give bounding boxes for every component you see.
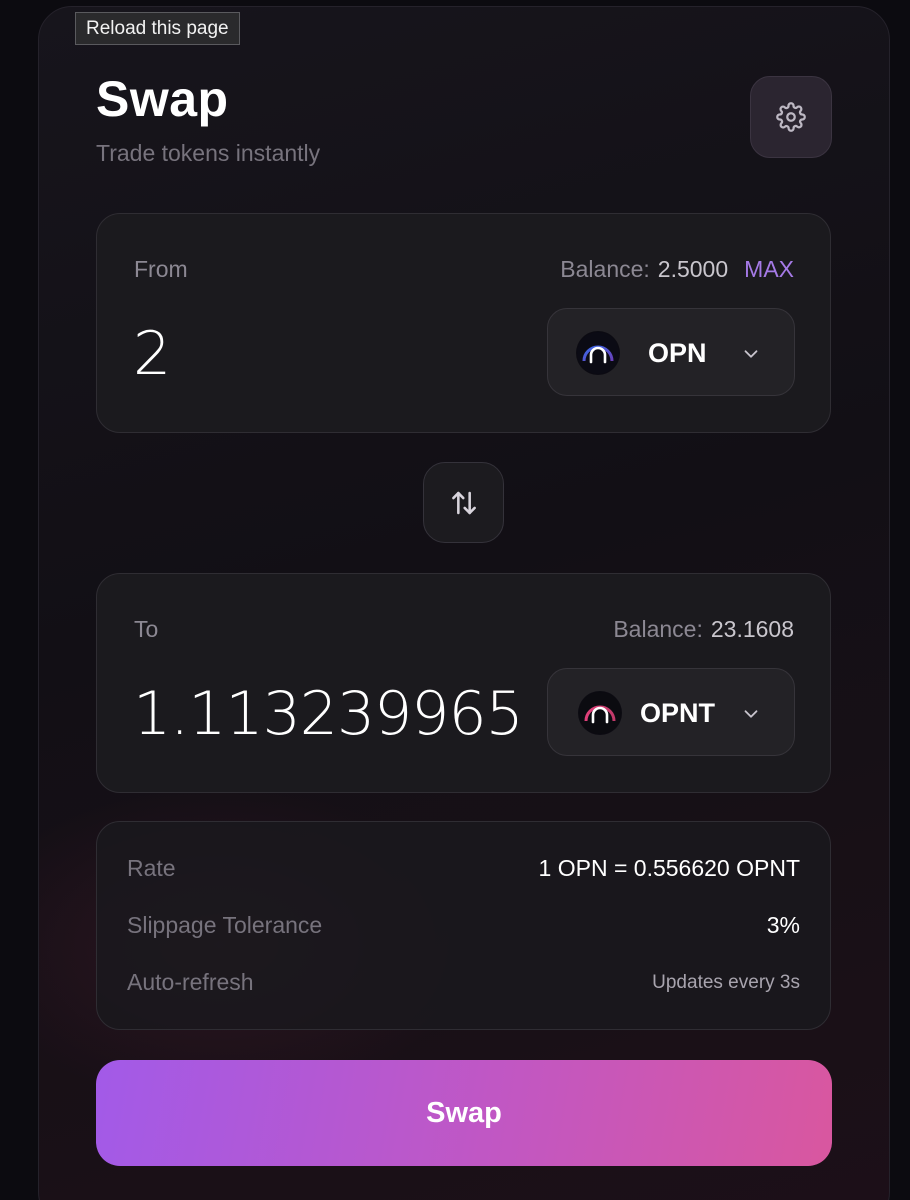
opnt-logo-icon xyxy=(578,691,622,735)
from-panel: From Balance: 2.5000 MAX 2 OPN xyxy=(96,213,831,433)
settings-button[interactable] xyxy=(750,76,832,158)
opn-logo-icon xyxy=(576,331,620,375)
to-label: To xyxy=(134,616,159,642)
auto-refresh-row: Auto-refresh Updates every 3s xyxy=(127,969,800,996)
to-panel: To Balance: 23.1608 1.11323996544 OPNT xyxy=(96,573,831,793)
chevron-down-icon xyxy=(744,710,758,718)
page-title: Swap xyxy=(96,71,229,127)
slippage-value: 3% xyxy=(766,912,800,938)
max-button[interactable]: MAX xyxy=(744,256,794,283)
swap-arrows-icon xyxy=(451,491,476,514)
rate-row: Rate 1 OPN = 0.556620 OPNT xyxy=(127,855,800,882)
to-token-selector[interactable]: OPNT xyxy=(547,668,795,756)
auto-refresh-label: Auto-refresh xyxy=(127,969,254,995)
slippage-row: Slippage Tolerance 3% xyxy=(127,912,800,939)
from-token-selector[interactable]: OPN xyxy=(547,308,795,396)
from-amount-input[interactable]: 2 xyxy=(133,314,517,394)
chevron-down-icon xyxy=(744,350,758,358)
from-balance-label: Balance: xyxy=(560,256,650,282)
gear-icon xyxy=(776,102,806,132)
to-token-symbol: OPNT xyxy=(640,698,716,728)
rate-value: 1 OPN = 0.556620 OPNT xyxy=(538,855,800,881)
from-balance: Balance: 2.5000 MAX xyxy=(560,256,794,283)
to-amount-output: 1.11323996544 xyxy=(133,679,517,749)
to-balance-value: 23.1608 xyxy=(710,616,794,642)
from-label: From xyxy=(134,256,188,282)
to-balance: Balance: 23.1608 xyxy=(613,616,794,643)
swap-button[interactable]: Swap xyxy=(96,1060,832,1166)
page-subtitle: Trade tokens instantly xyxy=(96,140,321,166)
swap-details-panel: Rate 1 OPN = 0.556620 OPNT Slippage Tole… xyxy=(96,821,831,1030)
from-token-symbol: OPN xyxy=(648,338,707,368)
slippage-label: Slippage Tolerance xyxy=(127,912,323,938)
auto-refresh-value: Updates every 3s xyxy=(652,971,800,993)
to-balance-label: Balance: xyxy=(613,616,703,642)
swap-direction-button[interactable] xyxy=(423,462,504,543)
reload-tooltip: Reload this page xyxy=(75,12,240,45)
from-balance-value: 2.5000 xyxy=(657,256,729,282)
rate-label: Rate xyxy=(127,855,176,881)
